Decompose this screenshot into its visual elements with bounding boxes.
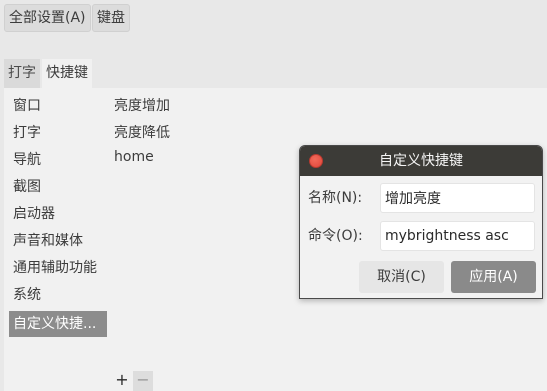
dialog-title: 自定义快捷键 (379, 153, 463, 169)
cancel-button[interactable]: 取消(C) (359, 261, 444, 293)
command-label: 命令(O): (308, 228, 363, 244)
add-shortcut-button[interactable]: + (112, 371, 132, 391)
category-item-sound-media[interactable]: 声音和媒体 (9, 228, 107, 254)
command-field[interactable] (380, 221, 535, 251)
shortcut-row-brightness-up[interactable]: 亮度增加 (114, 94, 170, 118)
category-item-system[interactable]: 系统 (9, 282, 107, 308)
category-item-navigation[interactable]: 导航 (9, 147, 107, 173)
keyboard-crumb-button[interactable]: 键盘 (92, 4, 130, 32)
category-item-windows[interactable]: 窗口 (9, 93, 107, 119)
name-label: 名称(N): (308, 190, 363, 206)
name-field[interactable] (380, 183, 535, 213)
shortcut-row-home[interactable]: home (114, 145, 154, 169)
tab-shortcuts[interactable]: 快捷键 (42, 59, 92, 88)
category-item-launchers[interactable]: 启动器 (9, 201, 107, 227)
category-item-typing[interactable]: 打字 (9, 120, 107, 146)
close-icon[interactable] (309, 154, 323, 168)
all-settings-button[interactable]: 全部设置(A) (4, 4, 91, 32)
category-item-accessibility[interactable]: 通用辅助功能 (9, 255, 107, 281)
custom-shortcut-dialog: 自定义快捷键 名称(N): 命令(O): 取消(C) 应用(A) (299, 145, 543, 299)
category-item-custom-shortcuts[interactable]: 自定义快捷... (9, 311, 107, 337)
tab-typing[interactable]: 打字 (4, 59, 40, 88)
apply-button[interactable]: 应用(A) (451, 261, 536, 293)
shortcut-row-brightness-down[interactable]: 亮度降低 (114, 121, 170, 145)
category-item-screenshots[interactable]: 截图 (9, 174, 107, 200)
remove-shortcut-button[interactable]: − (133, 371, 153, 391)
